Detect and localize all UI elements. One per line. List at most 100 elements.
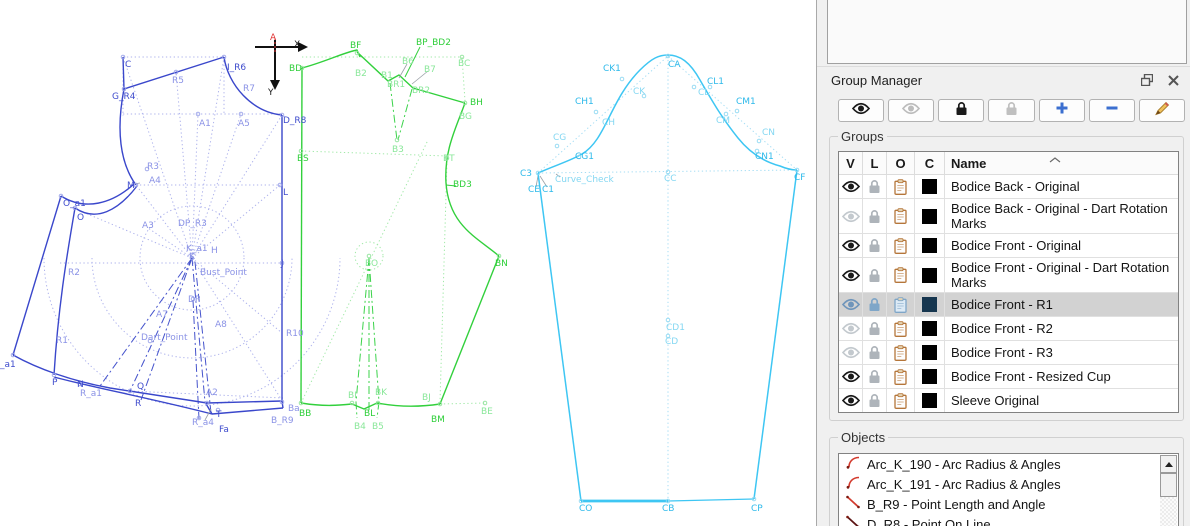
lock-group-button[interactable] xyxy=(938,99,984,122)
group-name-cell[interactable]: Bodice Front - R1 xyxy=(945,293,1178,316)
group-row[interactable]: Bodice Front - R1 xyxy=(839,293,1178,317)
point-label-CA: CA xyxy=(668,60,680,70)
color-swatch-cell[interactable] xyxy=(915,389,945,412)
point-label-H: H xyxy=(211,246,218,256)
color-swatch[interactable] xyxy=(922,268,937,283)
group-name-cell[interactable]: Bodice Back - Original - Dart Rotation M… xyxy=(945,199,1178,233)
group-name-cell[interactable]: Bodice Back - Original xyxy=(945,175,1178,198)
color-swatch-cell[interactable] xyxy=(915,234,945,257)
column-header-o[interactable]: O xyxy=(887,152,915,174)
color-swatch-cell[interactable] xyxy=(915,175,945,198)
app-window: CG_R4R5I_R6R7A1A5D_R8R3A4MO_a1OLA3DP_R3K… xyxy=(0,0,1190,526)
group-row[interactable]: Bodice Front - Original xyxy=(839,234,1178,258)
visibility-eye-icon[interactable] xyxy=(839,341,863,364)
close-panel-icon[interactable] xyxy=(1164,71,1182,89)
point-label-B7: B7 xyxy=(424,65,436,75)
bodice-blue-outline[interactable] xyxy=(13,57,283,414)
add-group-button[interactable] xyxy=(1039,99,1085,122)
point-label-T: T xyxy=(216,410,222,420)
column-header-v[interactable]: V xyxy=(839,152,863,174)
color-swatch[interactable] xyxy=(922,238,937,253)
group-row[interactable]: Bodice Front - Original - Dart Rotation … xyxy=(839,258,1178,293)
group-name-cell[interactable]: Sleeve Original xyxy=(945,389,1178,412)
group-name-cell[interactable]: Bodice Front - R2 xyxy=(945,317,1178,340)
lock-icon[interactable] xyxy=(863,389,887,412)
group-row[interactable]: Bodice Back - Original - Dart Rotation M… xyxy=(839,199,1178,234)
color-swatch[interactable] xyxy=(922,369,937,384)
hide-group-button[interactable] xyxy=(888,99,934,122)
lock-icon[interactable] xyxy=(863,175,887,198)
arc-icon xyxy=(845,474,863,495)
operations-clipboard-icon[interactable] xyxy=(887,258,915,292)
line-red-icon xyxy=(845,494,863,515)
group-name-cell[interactable]: Bodice Front - R3 xyxy=(945,341,1178,364)
color-swatch[interactable] xyxy=(922,209,937,224)
column-header-c[interactable]: C xyxy=(915,152,945,174)
group-row[interactable]: Sleeve Original xyxy=(839,389,1178,413)
object-list-item[interactable]: D_R8 - Point On Line xyxy=(839,514,1178,526)
visibility-eye-icon[interactable] xyxy=(839,293,863,316)
operations-clipboard-icon[interactable] xyxy=(887,365,915,388)
point-label-BL: BL xyxy=(364,409,375,419)
group-manager-titlebar[interactable]: Group Manager xyxy=(817,66,1190,93)
operations-clipboard-icon[interactable] xyxy=(887,317,915,340)
unlock-group-button[interactable] xyxy=(988,99,1034,122)
show-group-button[interactable] xyxy=(838,99,884,122)
color-swatch-cell[interactable] xyxy=(915,365,945,388)
group-row[interactable]: Bodice Back - Original xyxy=(839,175,1178,199)
visibility-eye-icon[interactable] xyxy=(839,175,863,198)
color-swatch-cell[interactable] xyxy=(915,258,945,292)
lock-icon[interactable] xyxy=(863,317,887,340)
lock-icon[interactable] xyxy=(863,258,887,292)
sort-indicator-icon[interactable] xyxy=(1049,151,1061,168)
lock-icon[interactable] xyxy=(863,341,887,364)
visibility-eye-icon[interactable] xyxy=(839,317,863,340)
group-row[interactable]: Bodice Front - R2 xyxy=(839,317,1178,341)
point-label-P: P xyxy=(52,378,57,388)
pattern-canvas[interactable]: CG_R4R5I_R6R7A1A5D_R8R3A4MO_a1OLA3DP_R3K… xyxy=(0,0,816,526)
scrollbar-thumb[interactable] xyxy=(1160,473,1177,497)
lock-icon[interactable] xyxy=(863,365,887,388)
color-swatch-cell[interactable] xyxy=(915,341,945,364)
color-swatch-cell[interactable] xyxy=(915,317,945,340)
visibility-eye-icon[interactable] xyxy=(839,365,863,388)
group-name-cell[interactable]: Bodice Front - Original - Dart Rotation … xyxy=(945,258,1178,292)
operations-clipboard-icon[interactable] xyxy=(887,234,915,257)
operations-clipboard-icon[interactable] xyxy=(887,389,915,412)
objects-scrollbar[interactable] xyxy=(1160,455,1177,526)
object-list-item[interactable]: Arc_K_190 - Arc Radius & Angles xyxy=(839,454,1178,474)
operations-clipboard-icon[interactable] xyxy=(887,175,915,198)
visibility-eye-icon[interactable] xyxy=(839,258,863,292)
edit-group-button[interactable] xyxy=(1139,99,1185,122)
sleeve-outline[interactable] xyxy=(538,55,797,501)
groups-table-header[interactable]: VLOCName xyxy=(839,152,1178,175)
lock-icon[interactable] xyxy=(863,293,887,316)
visibility-eye-icon[interactable] xyxy=(839,389,863,412)
column-header-l[interactable]: L xyxy=(863,152,887,174)
color-swatch[interactable] xyxy=(922,345,937,360)
visibility-eye-icon[interactable] xyxy=(839,234,863,257)
color-swatch[interactable] xyxy=(922,297,937,312)
color-swatch[interactable] xyxy=(922,393,937,408)
remove-group-button[interactable] xyxy=(1089,99,1135,122)
object-list-item[interactable]: B_R9 - Point Length and Angle xyxy=(839,494,1178,514)
color-swatch-cell[interactable] xyxy=(915,293,945,316)
operations-clipboard-icon[interactable] xyxy=(887,341,915,364)
color-swatch[interactable] xyxy=(922,179,937,194)
column-header-name[interactable]: Name xyxy=(945,152,1178,174)
group-name-cell[interactable]: Bodice Front - Original xyxy=(945,234,1178,257)
operations-clipboard-icon[interactable] xyxy=(887,199,915,233)
float-panel-icon[interactable] xyxy=(1138,71,1156,89)
point-label-D_R8: D_R8 xyxy=(283,116,306,126)
group-row[interactable]: Bodice Front - Resized Cup xyxy=(839,365,1178,389)
color-swatch-cell[interactable] xyxy=(915,199,945,233)
operations-clipboard-icon[interactable] xyxy=(887,293,915,316)
color-swatch[interactable] xyxy=(922,321,937,336)
group-row[interactable]: Bodice Front - R3 xyxy=(839,341,1178,365)
lock-icon[interactable] xyxy=(863,234,887,257)
group-name-cell[interactable]: Bodice Front - Resized Cup xyxy=(945,365,1178,388)
lock-icon[interactable] xyxy=(863,199,887,233)
visibility-eye-icon[interactable] xyxy=(839,199,863,233)
object-list-item[interactable]: Arc_K_191 - Arc Radius & Angles xyxy=(839,474,1178,494)
scroll-up-button[interactable] xyxy=(1160,455,1177,473)
